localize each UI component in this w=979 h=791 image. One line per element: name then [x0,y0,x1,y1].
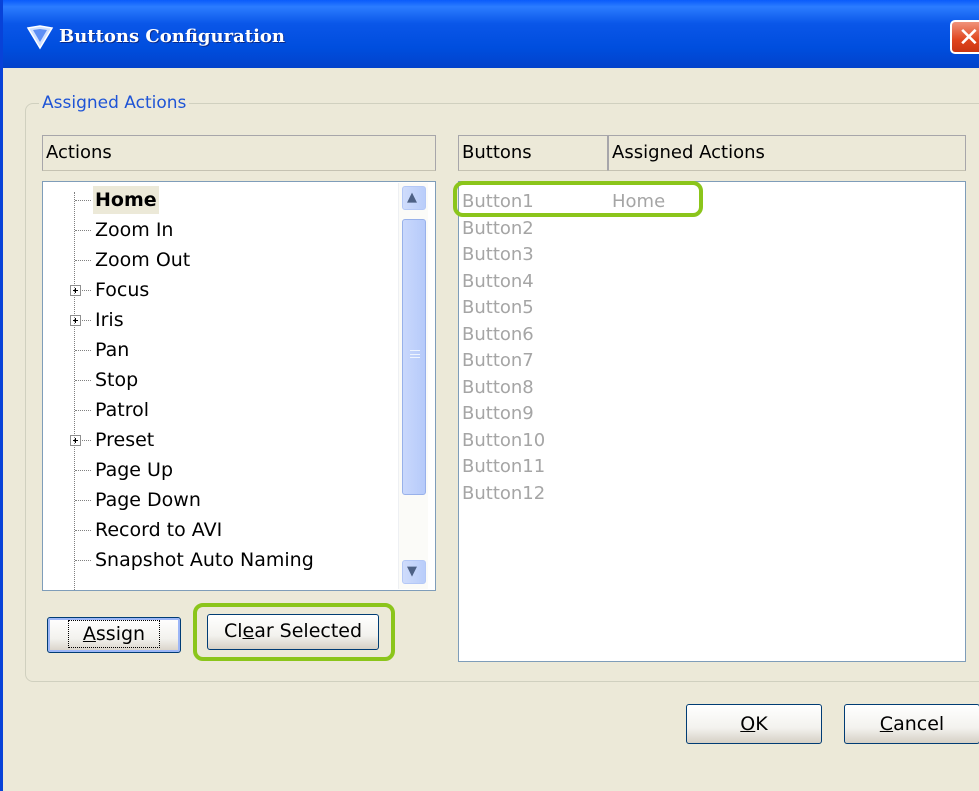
actions-column-header[interactable]: Actions [42,135,436,171]
close-icon: ✕ [958,23,979,53]
chevron-down-icon: ▼ [407,564,417,579]
assigned-actions-column-header[interactable]: Assigned Actions [608,135,966,171]
button-name-cell: Button9 [462,403,534,424]
tree-item-label: Page Down [95,489,201,511]
close-button[interactable]: ✕ [950,20,979,54]
tree-item-label: Snapshot Auto Naming [95,549,314,571]
ok-button[interactable]: OK [686,704,822,744]
tree-branch-line [75,350,91,351]
buttons-configuration-dialog: Buttons Configuration ✕ Assigned Actions… [0,0,979,791]
button-name-cell: Button8 [462,376,534,398]
tree-branch-line [82,440,91,441]
assign-text: ssign [95,623,146,645]
tree-item-label: Zoom Out [95,249,191,271]
tree-item-label: Pan [95,339,130,361]
table-row[interactable]: Button2 [459,216,959,242]
ok-label: OK [740,713,768,735]
window-title: Buttons Configuration [59,26,285,47]
tree-branch-line [75,410,91,411]
button-name-cell: Button2 [462,217,534,239]
tree-branch-line [75,560,91,561]
tree-item-label: Home [93,186,159,214]
table-row[interactable]: Button4 [459,269,959,295]
chevron-up-icon: ▲ [407,190,417,205]
tree-branch-line [75,200,91,201]
button1-highlight [453,181,703,217]
tree-branch-line [82,320,91,321]
table-row[interactable]: Button6 [459,322,959,348]
grip-icon [410,350,420,358]
table-row[interactable]: Button11 [459,454,959,480]
tree-connector [74,192,75,590]
scroll-down-button[interactable]: ▼ [402,560,426,584]
cancel-button[interactable]: Cancel [844,704,979,744]
tree-branch-line [75,380,91,381]
cancel-text: ancel [893,713,945,735]
tree-item-label: Zoom In [95,219,174,241]
assign-button[interactable]: Assign [47,617,181,653]
tree-branch-line [75,530,91,531]
scroll-up-button[interactable]: ▲ [402,186,426,210]
tree-item-label: Page Up [95,459,174,481]
tree-branch-line [75,260,91,261]
assign-label: Assign [67,620,161,648]
tree-item-label: Stop [95,369,139,391]
button-name-cell: Button5 [462,297,534,318]
shield-icon [26,25,54,50]
button-name-cell: Button7 [462,350,534,371]
actions-scrollbar[interactable]: ▲ ▼ [398,183,428,589]
table-row[interactable]: Button8 [459,375,959,401]
tree-branch-line [75,470,91,471]
scroll-thumb[interactable] [402,219,426,495]
tree-item-label: Iris [95,309,124,331]
plus-box-icon[interactable] [70,285,81,296]
title-bar[interactable]: Buttons Configuration ✕ [3,0,979,68]
button-name-cell: Button11 [462,456,546,477]
table-row[interactable]: Button7 [459,348,959,374]
button-name-cell: Button6 [462,323,534,345]
buttons-column-header[interactable]: Buttons [458,135,608,171]
table-row[interactable]: Button3 [459,242,959,268]
group-legend: Assigned Actions [39,93,190,113]
plus-box-icon[interactable] [70,435,81,446]
tree-item-label: Record to AVI [95,519,223,541]
table-row[interactable]: Button9 [459,401,959,427]
tree-branch-line [82,290,91,291]
button-name-cell: Button4 [462,270,534,292]
buttons-list[interactable]: Button1 Home Button2 Button3 Button4 Button5 B… [458,181,966,662]
actions-tree[interactable]: Home Zoom In Zoom Out Focus Iris Pan Stop Patro… [42,181,436,591]
cancel-label: Cancel [879,713,945,735]
button-name-cell: Button3 [462,244,534,265]
table-row[interactable]: Button5 [459,295,959,321]
ok-text: K [755,713,768,735]
plus-box-icon[interactable] [70,315,81,326]
tree-branch-line [75,500,91,501]
table-row[interactable]: Button12 [459,481,959,507]
tree-item-label: Preset [95,429,155,451]
tree-item-label: Focus [95,279,150,301]
button-name-cell: Button10 [462,429,546,451]
tree-item-label: Patrol [95,399,149,421]
tree-branch-line [75,230,91,231]
table-row[interactable]: Button10 [459,428,959,454]
clear-selected-highlight [193,603,395,661]
button-name-cell: Button12 [462,482,546,504]
